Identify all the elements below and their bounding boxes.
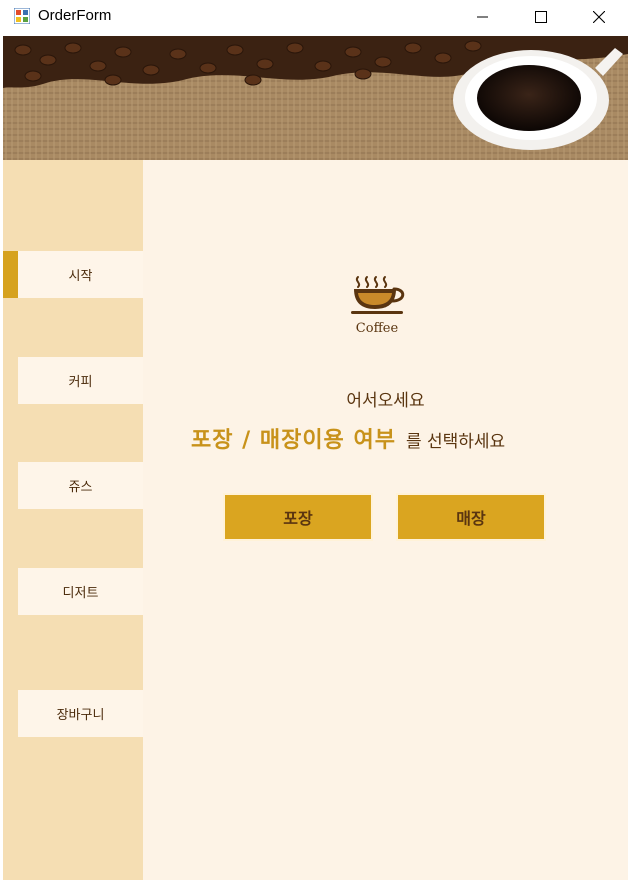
sidebar-item-label: 쥬스 <box>68 480 93 495</box>
sidebar-item-juice[interactable]: 쥬스 <box>18 462 143 509</box>
close-button[interactable] <box>570 0 628 33</box>
sidebar-item-label: 시작 <box>68 269 93 284</box>
welcome-text: 어서오세요 <box>346 391 425 411</box>
app-icon <box>14 8 30 24</box>
order-type-question: 포장 / 매장이용 여부 를 선택하세요 <box>191 422 505 454</box>
dine-in-button[interactable]: 매장 <box>396 493 546 541</box>
sidebar-item-label: 디저트 <box>62 586 99 601</box>
window-title: OrderForm <box>38 7 112 24</box>
question-suffix: 를 선택하세요 <box>405 432 506 452</box>
active-indicator <box>3 251 18 298</box>
sidebar-item-coffee[interactable]: 커피 <box>18 357 143 404</box>
takeout-label: 포장 <box>283 509 313 528</box>
window-client: 시작 커피 쥬스 디저트 장바구니 Coffee 어서오세요 포장 / 매장이용… <box>3 36 628 880</box>
sidebar-item-dessert[interactable]: 디저트 <box>18 568 143 615</box>
takeout-button[interactable]: 포장 <box>223 493 373 541</box>
maximize-icon <box>535 10 547 23</box>
close-icon <box>593 10 605 23</box>
title-bar: OrderForm <box>0 0 629 33</box>
minimize-button[interactable] <box>454 0 512 33</box>
coffee-banner-image <box>3 36 628 160</box>
question-highlight: 포장 / 매장이용 여부 <box>191 428 396 453</box>
sidebar-item-cart[interactable]: 장바구니 <box>18 690 143 737</box>
logo-text: Coffee <box>356 321 399 336</box>
coffee-cup-icon: Coffee <box>351 276 405 336</box>
sidebar-item-label: 커피 <box>68 375 93 390</box>
sidebar-item-start[interactable]: 시작 <box>18 251 143 298</box>
sidebar-item-label: 장바구니 <box>56 708 105 723</box>
dine-in-label: 매장 <box>456 509 486 528</box>
sidebar: 시작 커피 쥬스 디저트 장바구니 <box>3 160 143 880</box>
maximize-button[interactable] <box>512 0 570 33</box>
main-panel: Coffee 어서오세요 포장 / 매장이용 여부 를 선택하세요 포장 매장 <box>143 160 628 880</box>
minimize-icon <box>477 16 488 17</box>
